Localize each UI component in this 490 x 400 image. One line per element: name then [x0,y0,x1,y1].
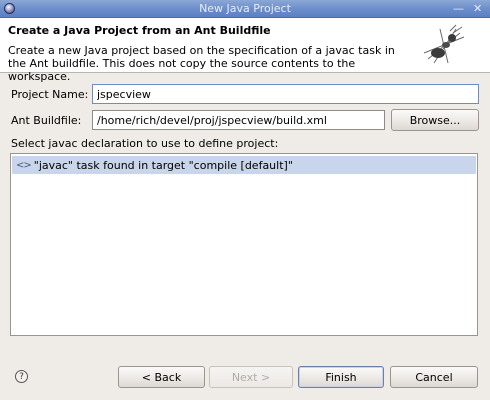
javac-declaration-list[interactable]: <> "javac" task found in target "compile… [10,153,478,336]
list-item-label: "javac" task found in target "compile [d… [33,158,293,172]
ant-buildfile-input[interactable] [92,110,385,130]
cancel-button[interactable]: Cancel [390,366,478,388]
ant-buildfile-label-text: Ant Buildfile: [11,114,82,127]
finish-button[interactable]: Finish [298,366,384,388]
ant-buildfile-label: Ant Buildfile: [11,114,81,127]
wizard-header: Create a Java Project from an Ant Buildf… [0,18,490,83]
title-bar: New Java Project — ✕ [0,0,490,18]
minimize-button[interactable]: — [453,2,464,15]
select-javac-label: Select javac declaration to use to defin… [11,137,279,150]
close-button[interactable]: ✕ [473,2,482,15]
list-item[interactable]: <> "javac" task found in target "compile… [12,156,476,174]
wizard-title: Create a Java Project from an Ant Buildf… [8,24,271,37]
browse-button[interactable]: Browse... [391,109,479,131]
project-name-input[interactable] [92,84,479,104]
project-name-label-text: Project Name: [11,88,89,101]
help-icon[interactable]: ? [15,370,28,383]
next-button[interactable]: Next > [209,366,293,388]
ant-icon [423,24,465,64]
project-name-label: Project Name: [11,88,88,101]
window-title: New Java Project [199,2,291,15]
wizard-description: Create a new Java project based on the s… [8,44,395,83]
javac-task-icon: <> [16,159,32,171]
back-button[interactable]: < Back [118,366,205,388]
